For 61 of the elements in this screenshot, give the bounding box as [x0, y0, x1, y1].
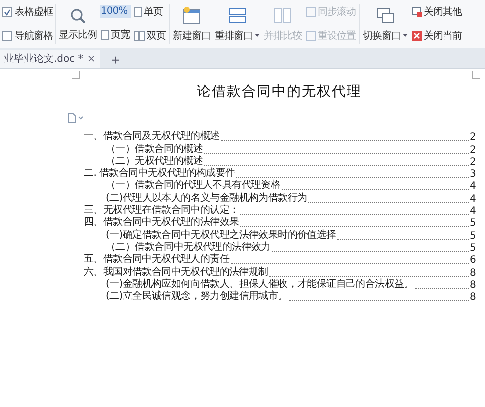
toc-entry[interactable]: （二）借款合同中无权代理的法律效力 — [106, 240, 271, 254]
square-icon — [306, 31, 316, 41]
checkbox-label: 导航窗格 — [15, 30, 53, 43]
window-button[interactable]: 重排窗口 — [214, 4, 261, 44]
document-icon[interactable] — [68, 113, 84, 123]
document-title: 论借款合同中的无权代理 — [196, 83, 363, 101]
two-page-button[interactable]: 双页 — [133, 28, 167, 44]
toc-entry[interactable]: 四、借款合同中无权代理的法律效果 — [84, 215, 240, 230]
new-window-icon — [182, 6, 202, 26]
page-number: 4 — [470, 181, 476, 192]
toc-entry[interactable]: 五、借款合同中无权代理人的责任 — [84, 252, 230, 266]
switch-window-button[interactable]: 切换窗口 — [362, 4, 409, 44]
toc-entry[interactable]: (二)代理人以本人的名义与金融机构为借款行为 — [106, 190, 308, 205]
arrange-windows-icon — [228, 6, 248, 26]
toc-entry[interactable]: 一、借款合同及无权代理的概述 — [84, 129, 220, 144]
close-icon — [412, 31, 422, 41]
page-icon — [134, 7, 142, 17]
close-window-button[interactable]: 关闭当前 — [411, 28, 463, 44]
page-number: 5 — [470, 242, 476, 254]
toc-entry[interactable]: (一)确定借款合同中无权代理之法律效果时的价值选择 — [106, 228, 336, 242]
toc-entry[interactable]: 三、无权代理在借款合同中的认定： — [84, 203, 240, 218]
window-button[interactable]: 新建窗口 — [172, 4, 212, 44]
page-number: 5 — [470, 218, 476, 230]
page-width-button[interactable]: 页宽 — [100, 27, 131, 44]
close-icon[interactable]: × — [87, 54, 96, 64]
new-tab-button[interactable]: + — [108, 52, 124, 68]
page-corner-mark — [72, 71, 80, 79]
windows-icon — [376, 6, 396, 26]
square-icon — [306, 7, 316, 17]
toc-entry[interactable]: （二）无权代理的概述 — [106, 154, 204, 168]
toc-entry[interactable]: （一）借款合同的代理人不具有代理资格 — [106, 178, 281, 192]
checkbox[interactable] — [2, 31, 12, 41]
page-number: 3 — [470, 169, 476, 180]
page-number: 4 — [470, 206, 476, 218]
magnifier-icon — [69, 6, 87, 24]
page-number: 5 — [470, 230, 476, 242]
page-icon — [101, 30, 109, 40]
page-number: 4 — [470, 194, 476, 205]
toc-entry[interactable]: (二)立全民诚信观念，努力创建信用城市。 — [106, 289, 288, 304]
zoom-button[interactable]: 显示比例 — [58, 4, 98, 44]
page-corner-mark — [472, 71, 480, 79]
single-page-button[interactable]: 单页 — [133, 4, 167, 20]
page-number: 8 — [470, 280, 476, 291]
page-number: 8 — [470, 292, 476, 304]
page-number: 2 — [470, 132, 476, 144]
page-number: 2 — [470, 156, 476, 168]
window-close-icon — [412, 7, 422, 17]
toc-entry[interactable]: （一）借款合同的概述 — [106, 142, 204, 156]
close-window-button[interactable]: 关闭其他 — [411, 4, 463, 20]
two-pages-icon — [134, 31, 145, 41]
document-tab[interactable]: 业毕业论文.doc * × — [0, 50, 100, 68]
page-number: 2 — [470, 144, 476, 156]
checkbox-label: 表格虚框 — [15, 6, 53, 19]
toc-entry[interactable]: 二. 借款合同中无权代理的构成要件 — [84, 166, 236, 180]
zoom-level-button[interactable]: 100% — [100, 4, 131, 18]
checkbox[interactable] — [2, 7, 12, 17]
toc-entry[interactable]: 六、我国对借款合同中无权代理的法律规制 — [84, 264, 268, 279]
side-by-side-icon — [273, 6, 293, 26]
page-number: 6 — [470, 255, 476, 266]
toc-entry[interactable]: (一)金融机构应如何向借款人、担保人催收，才能保证自己的合法权益。 — [106, 276, 414, 291]
page-number: 8 — [470, 268, 476, 279]
